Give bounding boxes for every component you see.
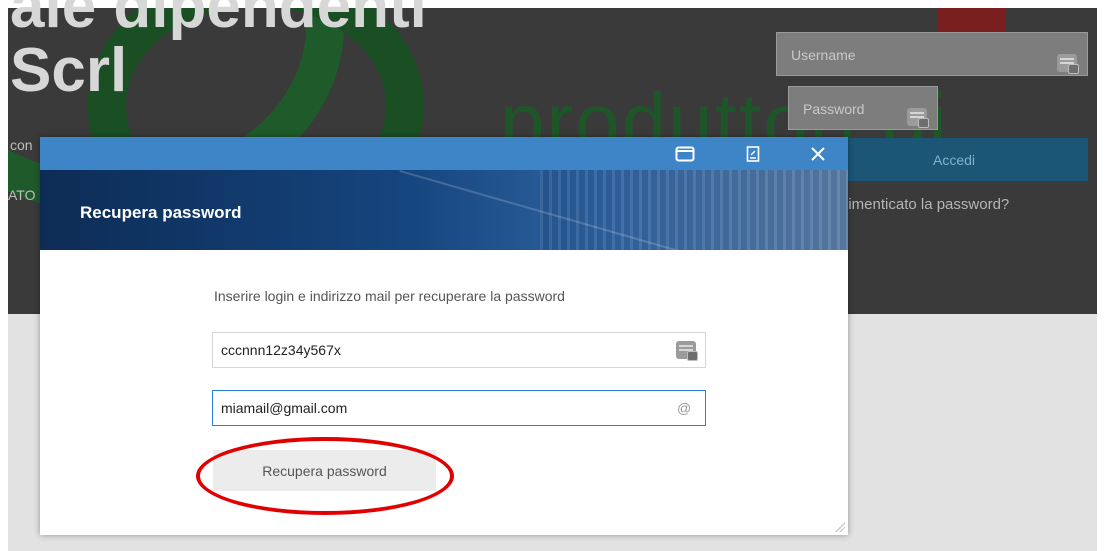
background-title-line1: ale dipendenti	[10, 0, 427, 41]
background-text: ATO I	[8, 187, 44, 203]
header-image	[540, 170, 848, 250]
username-placeholder: Username	[791, 47, 856, 63]
maximize-icon[interactable]	[667, 137, 703, 170]
login-field[interactable]	[212, 332, 706, 368]
email-field[interactable]	[212, 390, 706, 426]
dialog-header: Recupera password	[40, 137, 848, 250]
pdf-icon[interactable]	[735, 137, 771, 170]
password-input[interactable]: Password	[788, 86, 938, 130]
forgot-password-link[interactable]: dimenticato la password?	[840, 196, 1009, 213]
background-text: con	[10, 137, 33, 153]
instructions-text: Inserire login e indirizzo mail per recu…	[214, 288, 565, 304]
keyboard-icon[interactable]	[907, 99, 929, 143]
keyboard-icon[interactable]	[1057, 45, 1079, 89]
keyboard-icon[interactable]	[676, 341, 698, 364]
login-button[interactable]: Accedi	[820, 138, 1088, 181]
at-icon: @	[677, 400, 692, 416]
username-input[interactable]: Username	[776, 32, 1088, 76]
recover-password-dialog: Recupera password Inserire login e indir…	[40, 137, 848, 535]
dialog-title-bar	[40, 137, 848, 170]
brand-stripe	[938, 8, 1006, 32]
resize-handle[interactable]	[835, 522, 845, 532]
password-placeholder: Password	[803, 101, 865, 117]
background-title-line2: Scrl	[10, 36, 128, 105]
recover-password-button[interactable]: Recupera password	[213, 450, 436, 491]
dialog-title: Recupera password	[80, 203, 242, 222]
close-icon[interactable]	[800, 137, 836, 170]
